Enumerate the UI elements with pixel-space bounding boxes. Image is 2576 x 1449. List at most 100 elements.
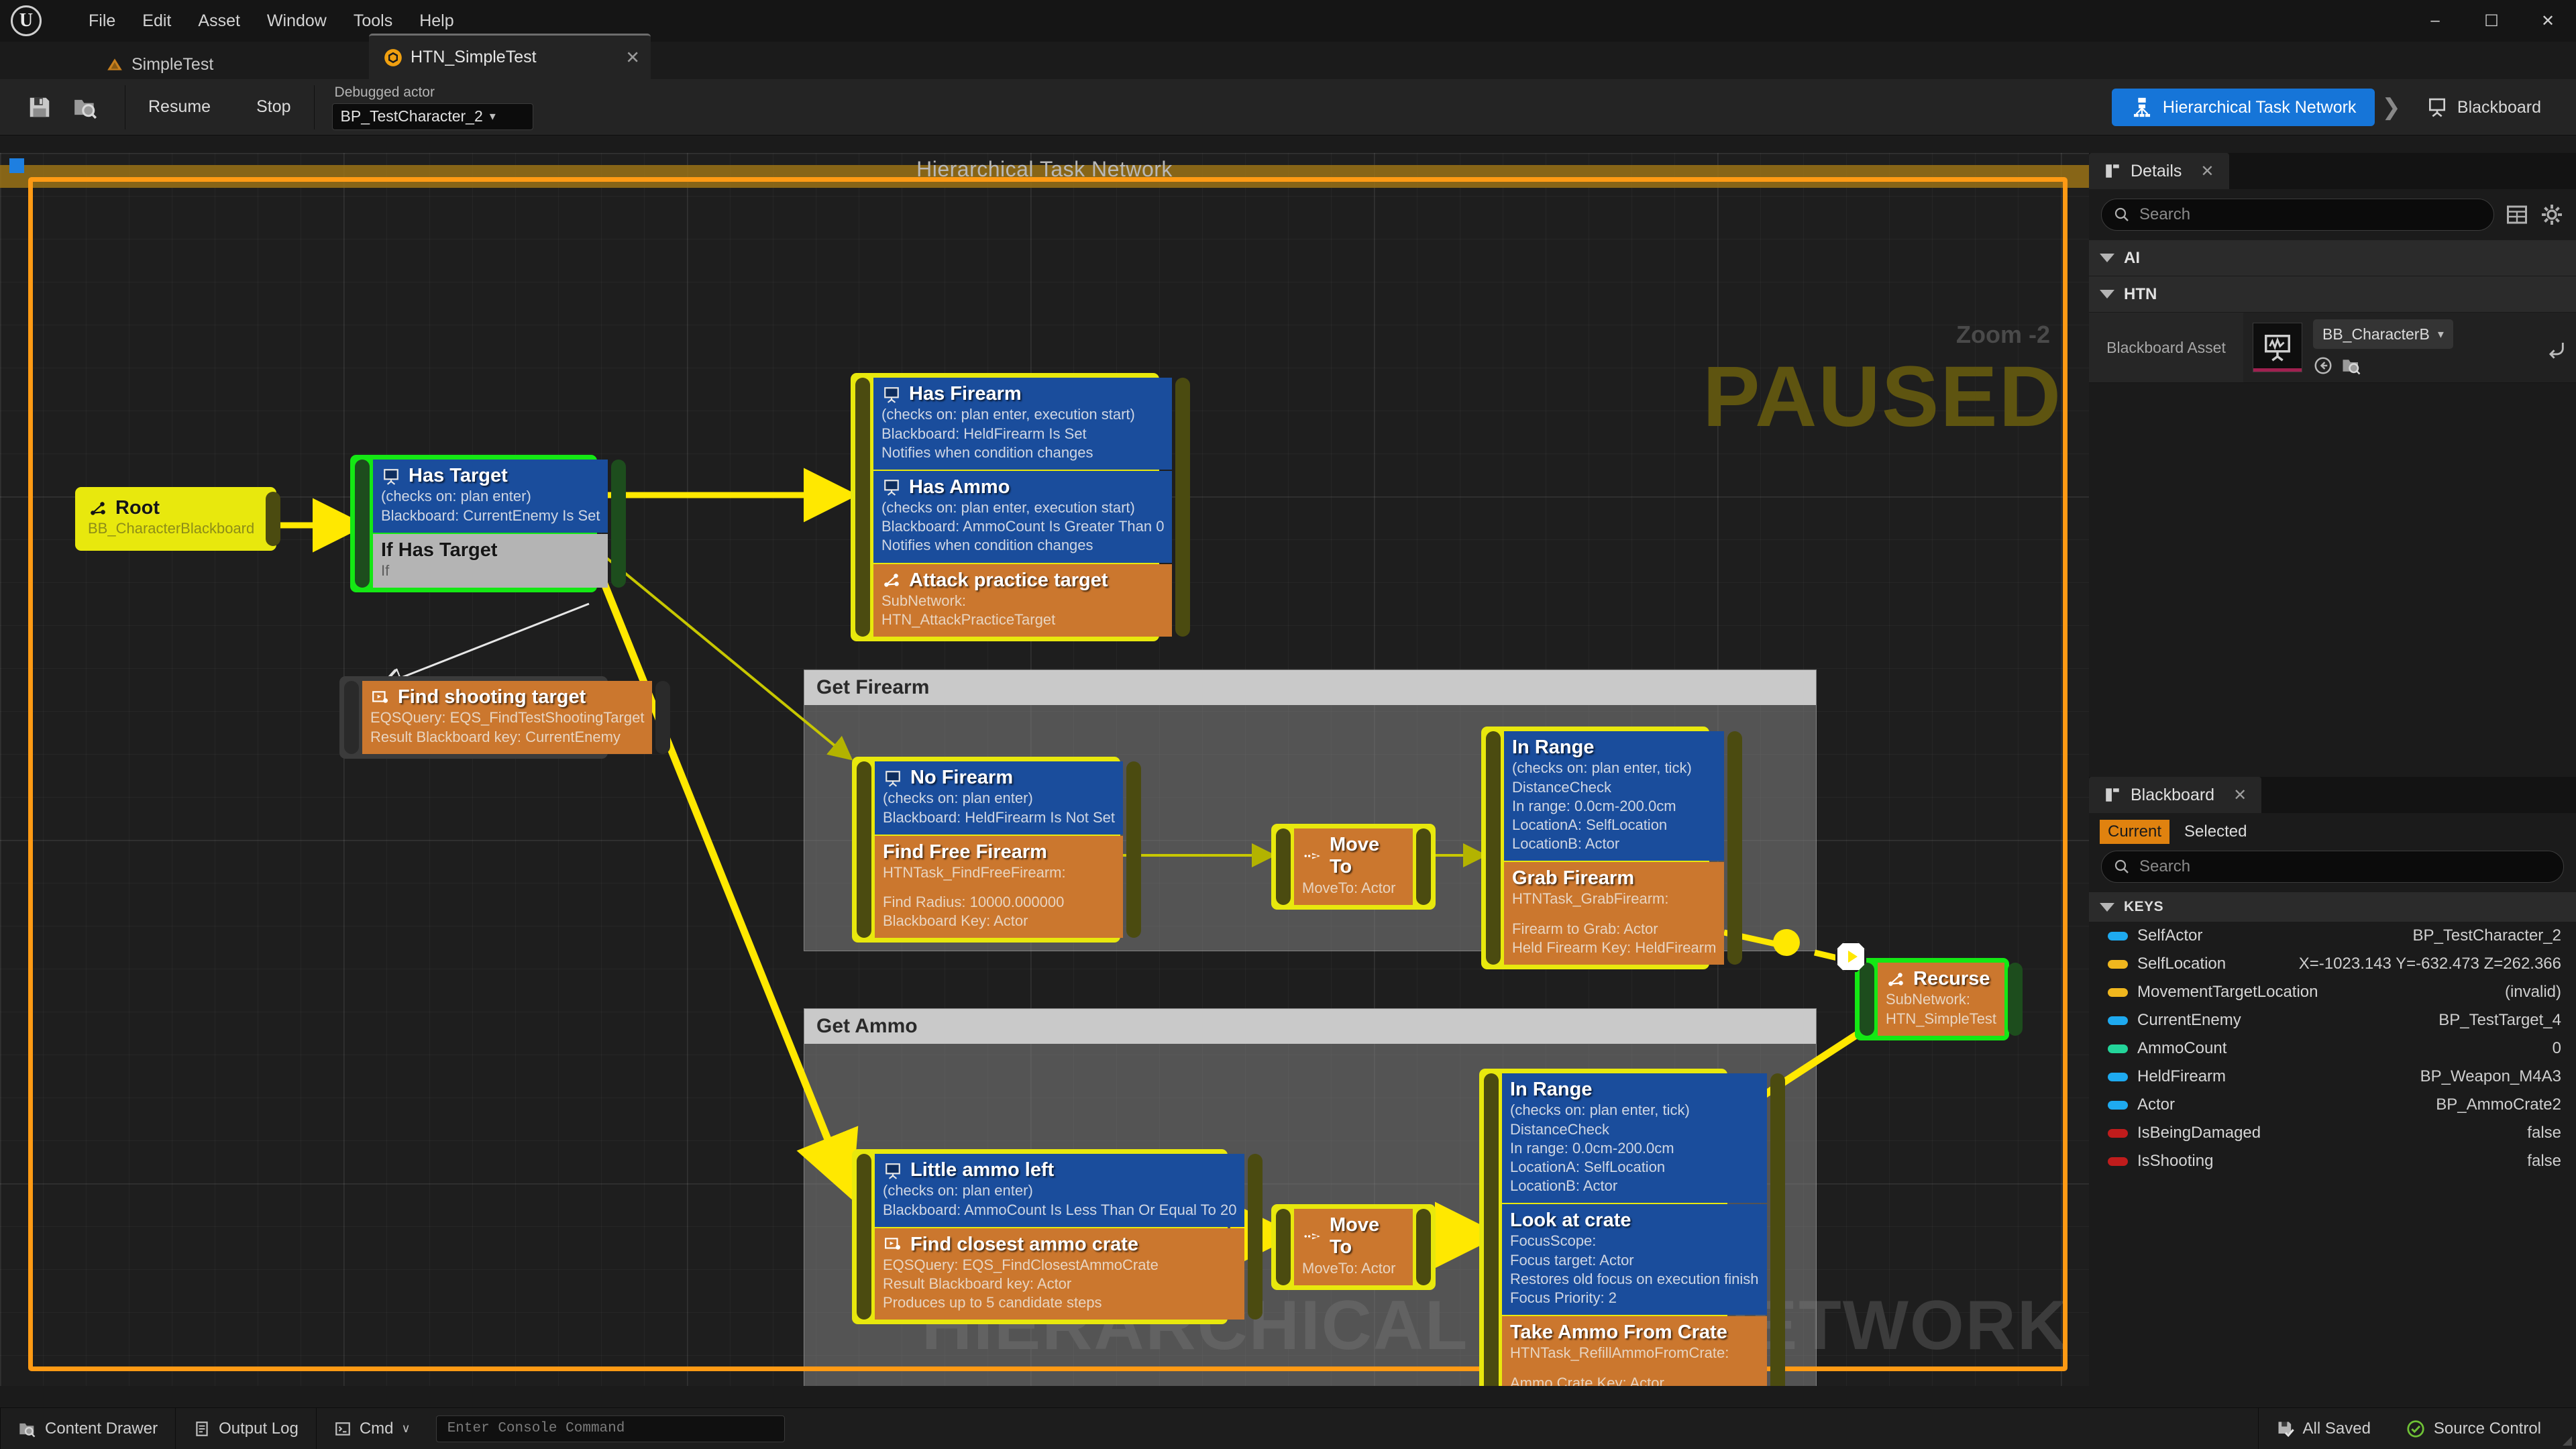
blackboard-row-selflocation[interactable]: SelfLocation X=-1023.143 Y=-632.473 Z=26… (2089, 950, 2576, 978)
blackboard-search-input[interactable]: Search (2101, 851, 2564, 883)
node-root[interactable]: Root BB_CharacterBlackboard (75, 487, 281, 551)
blackboard-asset-dropdown[interactable]: BB_CharacterB ▾ (2313, 319, 2453, 349)
blackboard-search-placeholder: Search (2139, 857, 2191, 875)
blackboard-asset-value: BB_CharacterB (2322, 325, 2430, 343)
node-move-to-firearm-output-pin[interactable] (1416, 828, 1431, 905)
blackboard-keys-header[interactable]: KEYS (2089, 892, 2576, 922)
content-drawer-button[interactable]: Content Drawer (1, 1408, 175, 1449)
tab-close-icon[interactable]: ✕ (625, 47, 640, 68)
decorator-look-at-crate-line-1: Focus target: Actor (1510, 1251, 1634, 1269)
blackboard-row-ammocount[interactable]: AmmoCount 0 (2089, 1034, 2576, 1063)
node-find-shooting-target-output-pin[interactable] (655, 681, 671, 754)
resize-grip[interactable] (2559, 1408, 2576, 1449)
decorator-in-range-firearm-line-4: LocationB: Actor (1512, 835, 1620, 852)
details-close-icon[interactable]: ✕ (2200, 162, 2214, 181)
node-find-closest-ammo-crate[interactable]: Little ammo left (checks on: plan enter)… (852, 1149, 1263, 1325)
menu-asset[interactable]: Asset (184, 8, 254, 34)
blackboard-close-icon[interactable]: ✕ (2233, 786, 2247, 805)
node-has-target-input-pin[interactable] (355, 460, 370, 588)
node-has-target[interactable]: Has Target (checks on: plan enter) Black… (350, 455, 627, 593)
node-recurse[interactable]: Recurse SubNetwork: HTN_SimpleTest (1855, 958, 2023, 1040)
cmd-label: Cmd (359, 1419, 394, 1438)
blackboard-row-isbeingdamaged[interactable]: IsBeingDamaged false (2089, 1119, 2576, 1147)
save-icon[interactable] (27, 95, 52, 120)
node-take-ammo-line-2: Ammo Crate Key: Actor (1510, 1374, 1664, 1386)
details-panel-icon (2106, 164, 2119, 178)
blackboard-row-movementtargetlocation[interactable]: MovementTargetLocation (invalid) (2089, 978, 2576, 1006)
graph-title: Hierarchical Task Network (916, 157, 1173, 181)
segment-current[interactable]: Current (2100, 820, 2170, 844)
node-find-free-firearm[interactable]: No Firearm (checks on: plan enter) Black… (852, 757, 1142, 943)
node-recurse-input-pin[interactable] (1860, 963, 1874, 1036)
decorator-has-firearm-line-0: (checks on: plan enter, execution start) (881, 406, 1135, 423)
details-search-input[interactable]: Search (2101, 199, 2494, 231)
menu-edit[interactable]: Edit (129, 8, 184, 34)
find-in-content-browser-icon[interactable] (2341, 356, 2361, 376)
node-move-to-crate-line-0: MoveTo: Actor (1302, 1259, 1396, 1277)
tab-htn-simpletest[interactable]: HTN_SimpleTest ✕ (369, 34, 651, 79)
console-command-input[interactable]: Enter Console Command (435, 1415, 785, 1442)
node-find-free-firearm-input-pin[interactable] (857, 761, 871, 938)
node-attack-input-pin[interactable] (855, 378, 870, 637)
details-category-ai[interactable]: AI (2089, 240, 2576, 276)
column-layout-icon[interactable] (2505, 203, 2529, 227)
all-saved-button[interactable]: All Saved (2259, 1408, 2388, 1449)
browse-content-icon[interactable] (72, 95, 98, 120)
blackboard-row-isshooting[interactable]: IsShooting false (2089, 1147, 2576, 1175)
decorator-in-range-crate-line-4: LocationB: Actor (1510, 1177, 1618, 1194)
node-find-shooting-target[interactable]: Find shooting target EQSQuery: EQS_FindT… (339, 676, 671, 759)
asset-action-icons (2313, 356, 2453, 376)
blackboard-row-selfactor[interactable]: SelfActor BP_TestCharacter_2 (2089, 922, 2576, 950)
reset-to-default-icon[interactable] (2544, 336, 2567, 359)
output-log-button[interactable]: Output Log (176, 1408, 316, 1449)
source-control-button[interactable]: Source Control (2388, 1408, 2559, 1449)
graph-corner-marker (9, 158, 24, 173)
htn-graph-canvas[interactable]: Hierarchical Task Network Zoom -2 PAUSED… (0, 153, 2089, 1386)
node-move-to-crate[interactable]: Move To MoveTo: Actor (1271, 1204, 1436, 1290)
node-grab-firearm-input-pin[interactable] (1486, 731, 1501, 965)
node-take-ammo-output-pin[interactable] (1770, 1073, 1785, 1386)
node-move-to-crate-output-pin[interactable] (1416, 1209, 1431, 1285)
node-attack-output-pin[interactable] (1175, 378, 1191, 637)
gear-icon[interactable] (2540, 203, 2564, 227)
segment-selected[interactable]: Selected (2176, 820, 2255, 844)
node-recurse-line-0: SubNetwork: (1886, 991, 1970, 1008)
menu-file[interactable]: File (75, 8, 129, 34)
decorator-little-ammo-line-1: Blackboard: AmmoCount Is Less Than Or Eq… (883, 1201, 1237, 1218)
blackboard-row-currentenemy[interactable]: CurrentEnemy BP_TestTarget_4 (2089, 1006, 2576, 1034)
debugged-actor-dropdown[interactable]: BP_TestCharacter_2 ▾ (331, 103, 533, 130)
mode-blackboard[interactable]: Blackboard (2408, 89, 2560, 126)
blackboard-asset-thumb[interactable] (2253, 323, 2302, 372)
tab-details[interactable]: Details ✕ (2089, 153, 2229, 189)
node-take-ammo-input-pin[interactable] (1484, 1073, 1499, 1386)
tab-bar: SimpleTest HTN_SimpleTest ✕ (0, 34, 2576, 79)
resume-button[interactable]: Resume (125, 85, 233, 129)
key-type-chip (2108, 1100, 2128, 1110)
menu-help[interactable]: Help (406, 8, 467, 34)
browse-to-asset-icon[interactable] (2313, 356, 2333, 376)
tab-htn-simpletest-label: HTN_SimpleTest (411, 48, 537, 66)
cmd-dropdown-button[interactable]: Cmd ∨ (317, 1408, 428, 1449)
menu-window[interactable]: Window (254, 8, 340, 34)
node-find-crate-output-pin[interactable] (1248, 1154, 1263, 1320)
mode-hierarchical-task-network[interactable]: Hierarchical Task Network (2111, 89, 2375, 126)
node-move-to-firearm[interactable]: Move To MoveTo: Actor (1271, 824, 1436, 910)
stop-button[interactable]: Stop (233, 85, 313, 129)
node-move-to-firearm-input-pin[interactable] (1276, 828, 1291, 905)
node-move-to-crate-input-pin[interactable] (1276, 1209, 1291, 1285)
node-find-free-firearm-output-pin[interactable] (1126, 761, 1142, 938)
node-attack-practice-target[interactable]: Has Firearm (checks on: plan enter, exec… (851, 373, 1191, 642)
node-root-output-pin[interactable] (266, 492, 281, 546)
node-grab-firearm[interactable]: In Range (checks on: plan enter, tick) D… (1481, 727, 1743, 969)
node-recurse-output-pin[interactable] (2008, 963, 2023, 1036)
node-find-shooting-target-input-pin[interactable] (344, 681, 359, 754)
blackboard-row-actor[interactable]: Actor BP_AmmoCrate2 (2089, 1091, 2576, 1119)
tab-blackboard[interactable]: Blackboard ✕ (2089, 777, 2262, 813)
node-find-crate-input-pin[interactable] (857, 1154, 871, 1320)
node-has-target-output-pin[interactable] (611, 460, 627, 588)
blackboard-row-heldfirearm[interactable]: HeldFirearm BP_Weapon_M4A3 (2089, 1063, 2576, 1091)
details-category-htn[interactable]: HTN (2089, 276, 2576, 313)
node-grab-firearm-output-pin[interactable] (1727, 731, 1743, 965)
node-take-ammo-from-crate[interactable]: In Range (checks on: plan enter, tick) D… (1479, 1069, 1785, 1386)
menu-tools[interactable]: Tools (340, 8, 406, 34)
